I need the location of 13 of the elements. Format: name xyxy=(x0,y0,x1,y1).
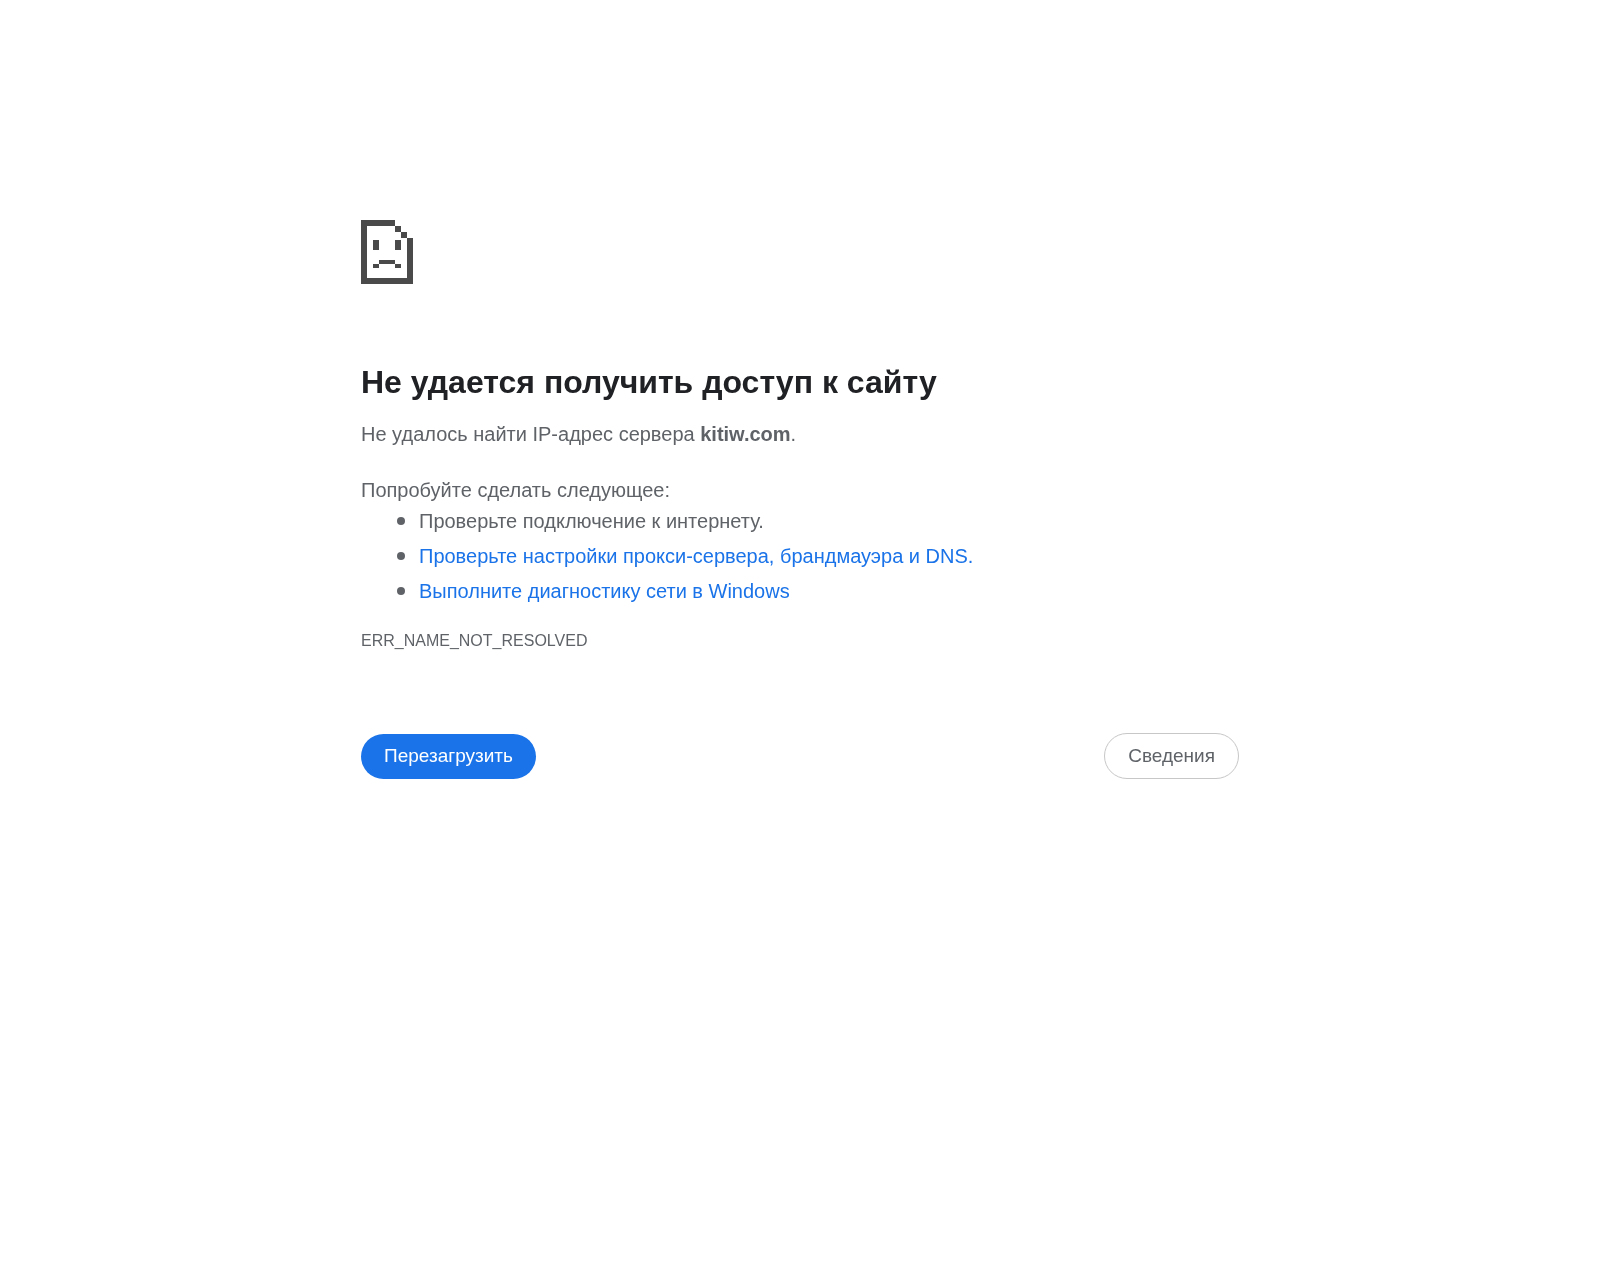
error-message: Не удалось найти IP-адрес сервера kitiw.com. xyxy=(361,422,798,447)
sad-page-icon xyxy=(361,220,413,284)
suggestions-title: Попробуйте сделать следующее: xyxy=(361,478,672,503)
bullet-icon xyxy=(397,587,405,595)
error-code: ERR_NAME_NOT_RESOLVED xyxy=(361,631,589,651)
reload-button[interactable]: Перезагрузить xyxy=(361,733,536,779)
bullet-icon xyxy=(397,517,405,525)
details-button[interactable]: Сведения xyxy=(1104,733,1239,779)
suggestion-link[interactable]: Проверьте настройки прокси-сервера, брандмауэра и DNS. xyxy=(419,542,974,570)
bullet-icon xyxy=(397,552,405,560)
suggestion-link[interactable]: Выполните диагностику сети в Windows xyxy=(419,577,790,605)
error-heading: Не удается получить доступ к сайту xyxy=(361,363,938,402)
suggestion-text: Проверьте подключение к интернету. xyxy=(419,509,764,534)
